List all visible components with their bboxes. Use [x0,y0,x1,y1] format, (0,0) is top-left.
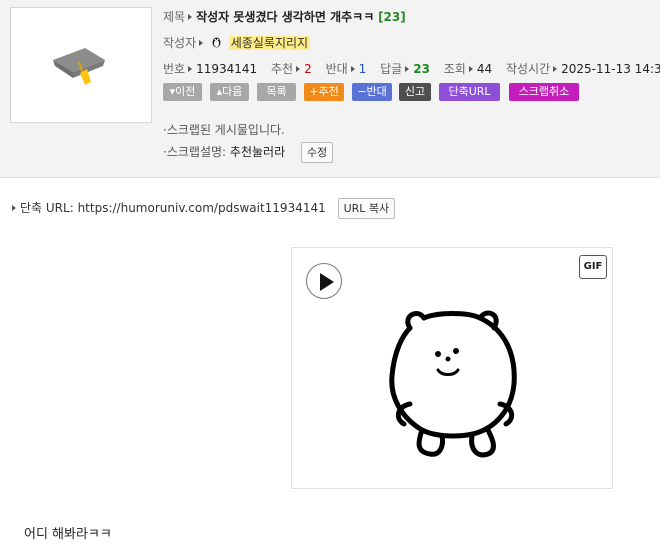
author-thumbnail[interactable] [10,7,152,123]
gif-badge[interactable]: GIF [579,255,607,279]
oppose-label: 반대 [325,62,348,76]
replies-label: 답글 [380,62,403,76]
scrap-desc-value: 추천눌러라 [229,145,286,159]
recommend-label: 추천 [271,62,294,76]
recommend-count: 2 [304,62,312,76]
triangle-icon [12,205,16,211]
list-button[interactable]: 목록 [257,83,296,101]
number-label: 번호 [163,62,186,76]
play-icon[interactable] [306,263,342,299]
short-url-button[interactable]: 단축URL [439,83,500,101]
short-url-row: 단축 URL: https://humoruniv.com/pdswait119… [12,198,396,219]
scrap-description: ·스크랩설명: 추천눌러라 수정 [163,142,334,163]
bear-illustration [389,310,517,458]
recommend-button[interactable]: +추천 [304,83,344,101]
triangle-icon [405,66,410,72]
author-row: 작성자 세종실록지리지 [163,34,311,51]
url-copy-button[interactable]: URL 복사 [337,198,396,219]
meta-row: 번호 11934141 추천 2 반대 1 답글 23 조회 44 작성시간 2025-11… [163,60,660,77]
triangle-icon [468,66,473,72]
oppose-button[interactable]: −반대 [352,83,392,101]
triangle-icon [199,40,204,46]
next-button[interactable]: ▴다음 [210,83,249,101]
graduation-cap-icon [53,48,105,85]
edit-scrap-button[interactable]: 수정 [300,142,334,163]
scrap-desc-label: 스크랩설명: [166,145,227,159]
author-label: 작성자 [163,36,197,50]
author-name[interactable]: 세종실록지리지 [228,36,311,50]
title-row: 제목 작성자 못생겼다 생각하면 개추ㅋㅋ [23] [163,8,406,25]
post-time: 2025-11-13 14:38:59 [561,62,660,76]
triangle-icon [350,66,355,72]
post-header: 제목 작성자 못생겼다 생각하면 개추ㅋㅋ [23] 작성자 세종실록지리지 번호… [0,0,660,178]
gif-player[interactable]: GIF [291,247,613,489]
short-url-label: 단축 URL: [20,201,74,215]
views-label: 조회 [443,62,466,76]
triangle-icon [296,66,301,72]
oppose-count: 1 [358,62,367,76]
report-button[interactable]: 신고 [399,83,431,101]
reply-count-badge[interactable]: [23] [378,10,406,24]
post-number: 11934141 [196,62,258,76]
scrap-notice: ·스크랩된 게시물입니다. [163,123,285,137]
triangle-icon [553,66,558,72]
triangle-icon [188,66,193,72]
scrap-notice-text: 스크랩된 게시물입니다. [166,123,285,137]
views-count: 44 [476,62,493,76]
unscrap-button[interactable]: 스크랩취소 [509,83,579,101]
title-label: 제목 [163,10,186,24]
triangle-icon [188,14,193,20]
post-title: 작성자 못생겼다 생각하면 개추ㅋㅋ [196,10,375,24]
penguin-icon [212,37,221,48]
prev-button[interactable]: ▾이전 [163,83,202,101]
replies-count: 23 [413,62,430,76]
short-url-value: https://humoruniv.com/pdswait11934141 [77,201,326,215]
post-body: 어디 해봐라ㅋㅋ [24,527,112,542]
time-label: 작성시간 [505,62,551,76]
